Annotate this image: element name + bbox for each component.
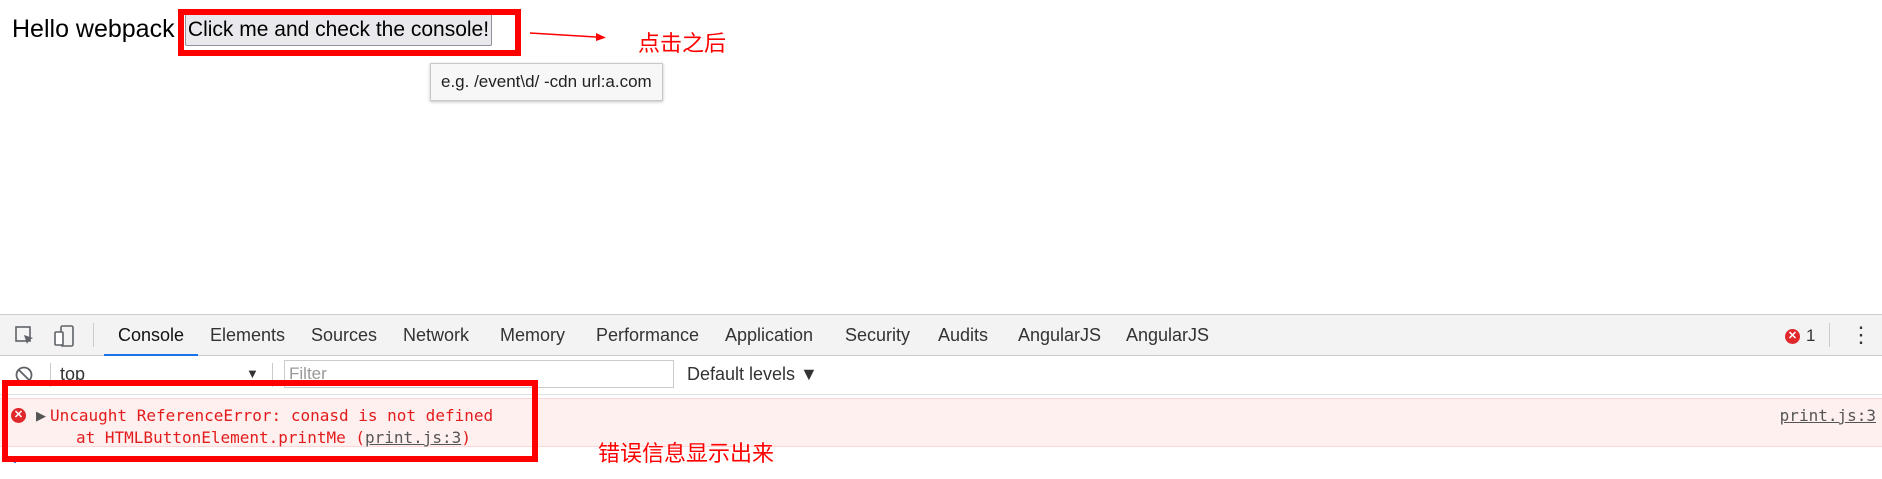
- tab-application[interactable]: Application: [725, 315, 813, 355]
- button-highlight-box: [178, 9, 521, 56]
- tab-elements[interactable]: Elements: [210, 315, 285, 355]
- error-counter[interactable]: ✕ 1: [1785, 326, 1815, 346]
- devtools-tabbar: Console Elements Sources Network Memory …: [0, 315, 1882, 356]
- tab-memory[interactable]: Memory: [500, 315, 565, 355]
- tab-security[interactable]: Security: [845, 315, 910, 355]
- log-levels-dropdown[interactable]: Default levels ▼: [687, 360, 818, 388]
- tab-angularjs-2[interactable]: AngularJS: [1126, 315, 1209, 355]
- error-highlight-box: [2, 380, 538, 462]
- device-toolbar-icon[interactable]: [53, 324, 77, 348]
- context-dropdown-icon[interactable]: ▼: [246, 366, 259, 381]
- error-icon: ✕: [1785, 328, 1800, 344]
- tab-performance[interactable]: Performance: [596, 315, 699, 355]
- tab-audits[interactable]: Audits: [938, 315, 988, 355]
- tab-angularjs[interactable]: AngularJS: [1018, 315, 1101, 355]
- error-count: 1: [1806, 326, 1816, 345]
- toolbar-separator: [93, 323, 94, 347]
- inspect-element-icon[interactable]: [13, 324, 37, 348]
- annotation-error-shown: 错误信息显示出来: [598, 442, 775, 467]
- filter-tooltip: e.g. /event\d/ -cdn url:a.com: [430, 63, 663, 101]
- more-options-icon[interactable]: ⋮: [1850, 324, 1872, 346]
- tab-sources[interactable]: Sources: [311, 315, 377, 355]
- annotation-arrow: [529, 32, 606, 41]
- annotation-after-click: 点击之后: [638, 32, 727, 57]
- tab-network[interactable]: Network: [403, 315, 469, 355]
- tab-console[interactable]: Console: [103, 315, 199, 356]
- page-heading: Hello webpack: [12, 15, 175, 43]
- toolbar-separator: [1829, 323, 1830, 347]
- error-source-link[interactable]: print.js:3: [1780, 406, 1876, 425]
